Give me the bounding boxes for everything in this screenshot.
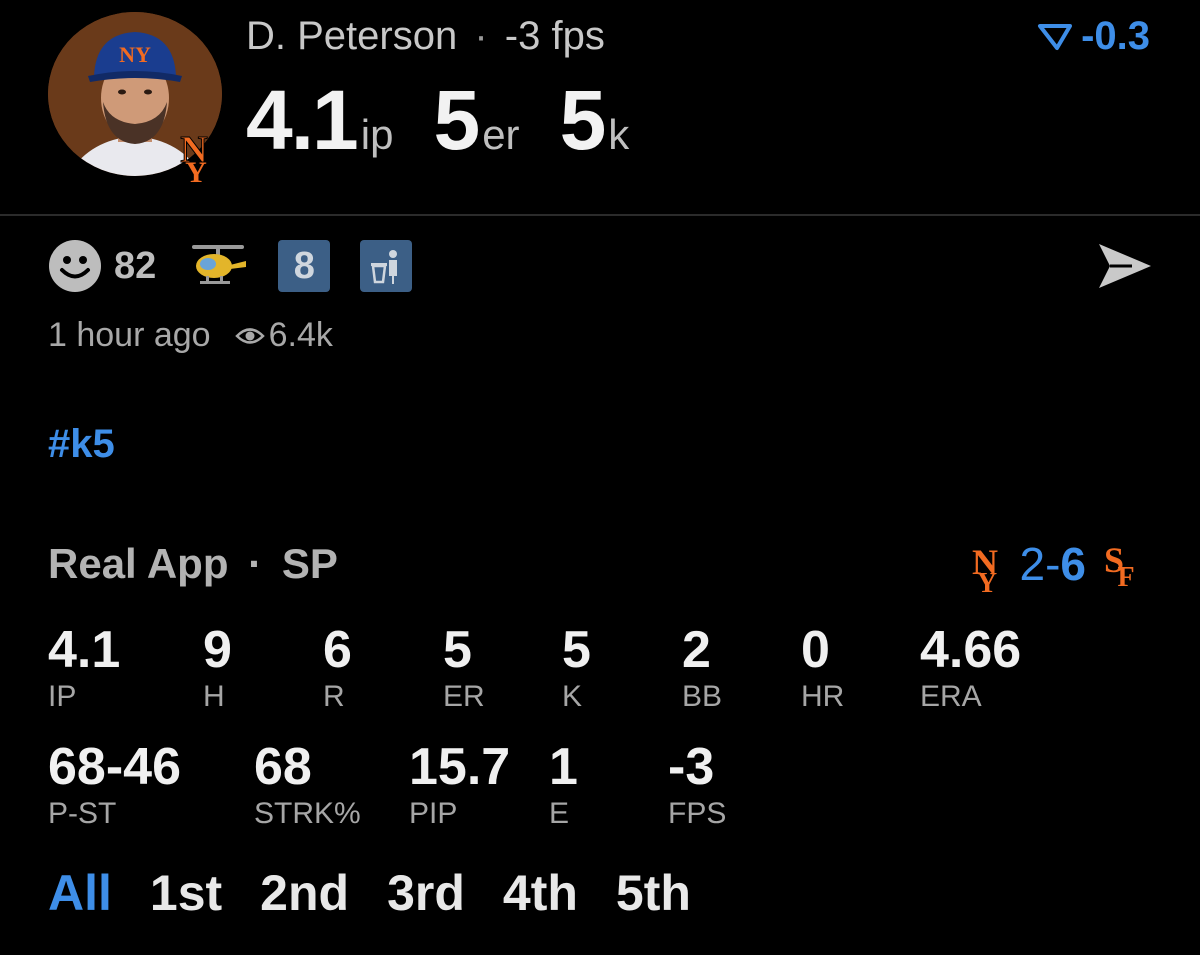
hashtag-link[interactable]: #k5	[48, 422, 115, 467]
score-right: 6	[1060, 538, 1086, 590]
post-meta: 1 hour ago 6.4k	[48, 316, 333, 355]
funnel-icon	[1038, 23, 1073, 50]
tab-3rd[interactable]: 3rd	[387, 864, 465, 922]
svg-text:F: F	[1117, 562, 1134, 593]
delta-value: -0.3	[1081, 14, 1150, 58]
stat-value: 68	[254, 738, 312, 796]
line-k-value: 5	[559, 73, 607, 167]
helicopter-icon[interactable]	[188, 239, 248, 293]
stat-value: 5	[443, 621, 472, 679]
stat-bb: 2 BB	[682, 620, 722, 714]
line-ip-unit: ip	[360, 111, 394, 158]
eye-icon	[234, 327, 265, 344]
stat-label: FPS	[668, 797, 727, 830]
mets-logo-icon: N Y	[972, 542, 998, 594]
stat-value: 5	[562, 621, 591, 679]
fps-text: -3 fps	[504, 14, 605, 58]
stat-value: 6	[323, 621, 352, 679]
header-divider	[0, 214, 1200, 216]
app-separator: ·	[248, 540, 263, 587]
stat-label: ERA	[920, 680, 982, 713]
stat-value: 9	[203, 621, 232, 679]
line-k-unit: k	[608, 111, 630, 158]
number-badge[interactable]: 8	[278, 240, 331, 292]
stat-label: P-ST	[48, 797, 117, 830]
game-score[interactable]: N Y 2-6 S F	[963, 534, 1142, 594]
stat-label: ER	[443, 680, 485, 713]
send-icon	[1099, 244, 1151, 288]
mets-logo-icon: N Y	[172, 118, 216, 190]
position: SP	[281, 540, 338, 587]
stat-value: 0	[801, 621, 830, 679]
svg-text:NY: NY	[119, 42, 151, 67]
stat-label: STRK%	[254, 797, 361, 830]
stat-value: 15.7	[409, 738, 511, 796]
reaction-count: 82	[114, 244, 157, 287]
reaction-bar: 82 8	[48, 238, 413, 294]
stat-er: 5 ER	[443, 620, 485, 714]
time-ago: 1 hour ago	[48, 316, 211, 354]
player-name-line: D. Peterson · -3 fps	[246, 14, 605, 59]
stat-fps: -3 FPS	[668, 737, 726, 831]
stat-label: HR	[801, 680, 845, 713]
tab-4th[interactable]: 4th	[503, 864, 578, 922]
innings-tabs: All 1st 2nd 3rd 4th 5th	[48, 864, 691, 922]
view-count: 6.4k	[234, 316, 333, 355]
stat-label: PIP	[409, 797, 458, 830]
stat-era: 4.66 ERA	[920, 620, 1021, 714]
app-name: Real App	[48, 540, 229, 587]
line-ip-value: 4.1	[246, 73, 359, 167]
pitching-line: 4.1ip 5er 5k	[246, 72, 669, 169]
svg-text:Y: Y	[977, 568, 997, 594]
stat-value: 4.66	[920, 621, 1022, 679]
score-left: 2	[1019, 538, 1046, 590]
stat-value: 4.1	[48, 621, 121, 679]
stat-label: IP	[48, 680, 77, 713]
tab-all[interactable]: All	[48, 864, 112, 922]
name-separator: ·	[474, 14, 488, 58]
tab-5th[interactable]: 5th	[616, 864, 691, 922]
stat-label: H	[203, 680, 225, 713]
stat-r: 6 R	[323, 620, 352, 714]
smiley-icon[interactable]	[48, 239, 102, 293]
delta-indicator: -0.3	[1037, 14, 1150, 59]
stat-k: 5 K	[562, 620, 591, 714]
stat-label: E	[549, 797, 570, 830]
stat-e: 1 E	[549, 737, 578, 831]
stat-strike-pct: 68 STRK%	[254, 737, 361, 831]
stat-label: R	[323, 680, 345, 713]
stat-pip: 15.7 PIP	[409, 737, 510, 831]
stat-ip: 4.1 IP	[48, 620, 120, 714]
share-button[interactable]	[1096, 240, 1154, 297]
app-position-line: Real App · SP	[48, 540, 338, 588]
stat-h: 9 H	[203, 620, 232, 714]
line-er-value: 5	[433, 73, 480, 167]
stat-label: K	[562, 680, 583, 713]
line-er-unit: er	[482, 111, 520, 158]
stat-hr: 0 HR	[801, 620, 844, 714]
tab-2nd[interactable]: 2nd	[260, 864, 349, 922]
score-dash: -	[1045, 538, 1061, 590]
stat-value: 2	[682, 621, 711, 679]
trash-icon	[371, 250, 398, 284]
stat-value: 68-46	[48, 738, 181, 796]
stat-pitches-strikes: 68-46 P-ST	[48, 737, 181, 831]
stat-label: BB	[682, 680, 723, 713]
tab-1st[interactable]: 1st	[150, 864, 222, 922]
stat-value: 1	[549, 738, 578, 796]
svg-text:Y: Y	[185, 156, 207, 184]
player-name[interactable]: D. Peterson	[246, 14, 457, 58]
stat-value: -3	[668, 738, 715, 796]
badge-number: 8	[293, 244, 315, 287]
trash-badge[interactable]	[360, 240, 413, 292]
views-value: 6.4k	[268, 316, 333, 354]
giants-logo-icon: S F	[1104, 540, 1135, 593]
